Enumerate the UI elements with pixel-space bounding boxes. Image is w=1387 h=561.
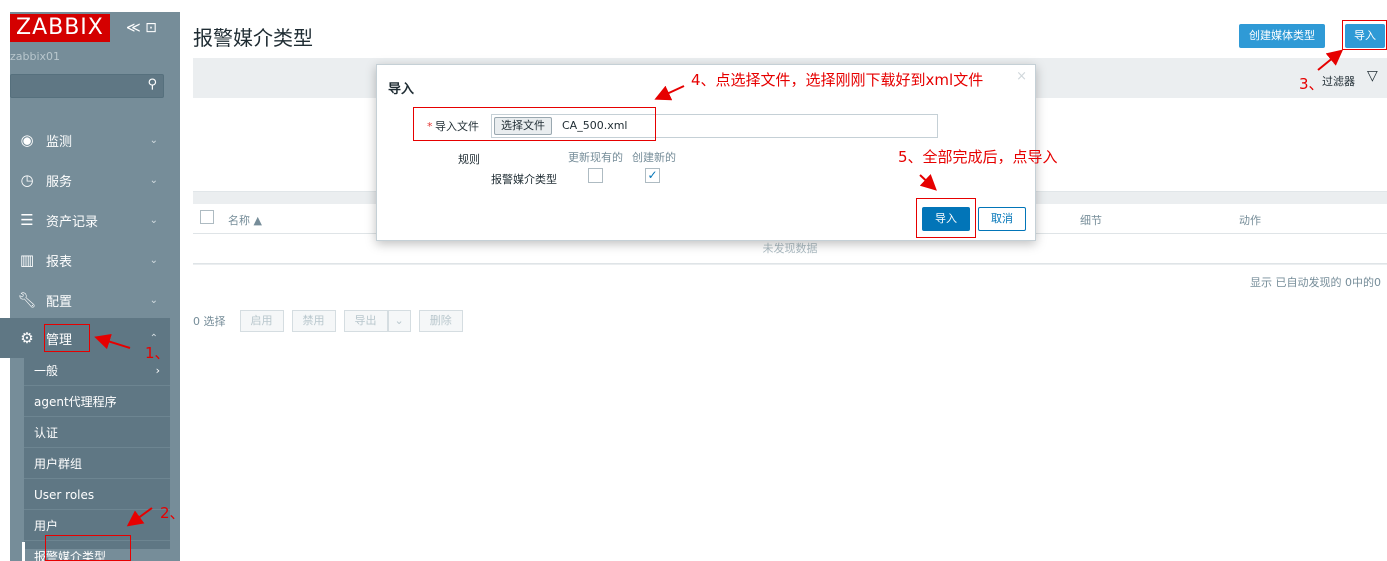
eye-icon: ◉ xyxy=(20,131,34,149)
bar-chart-icon: ▥ xyxy=(19,251,35,269)
update-existing-header: 更新现有的 xyxy=(568,151,623,164)
sidebar-item-reports[interactable]: ▥ 报表 ⌄ xyxy=(0,240,170,280)
update-existing-checkbox[interactable] xyxy=(588,168,603,183)
column-details: 细节 xyxy=(1080,214,1102,227)
column-name[interactable]: 名称 ▲ xyxy=(228,212,262,228)
filter-label[interactable]: 过滤器 xyxy=(1322,73,1355,89)
annotation-step2: 2、 xyxy=(160,504,185,522)
gear-icon: ⚙ xyxy=(20,329,34,347)
sidebar-search-input[interactable]: ⚲ xyxy=(10,74,164,98)
column-actions: 动作 xyxy=(1239,214,1261,227)
delete-button[interactable]: 删除 xyxy=(418,310,463,332)
annotation-box-dialog-import xyxy=(916,198,976,238)
admin-submenu: 一般 › agent代理程序 认证 用户群组 User roles 用户 报警媒… xyxy=(24,356,170,561)
annotation-step4: 4、点选择文件，选择刚刚下载好到xml文件 xyxy=(691,71,984,89)
list-icon: ☰ xyxy=(20,211,34,229)
clock-icon: ◷ xyxy=(20,171,34,189)
chevron-down-icon: ⌄ xyxy=(149,294,158,306)
active-indicator xyxy=(22,542,25,561)
filter-icon[interactable]: ▽ xyxy=(1367,68,1378,84)
rules-label: 规则 xyxy=(458,153,480,166)
rule-row-label: 报警媒介类型 xyxy=(491,173,557,186)
chevron-down-icon: ⌄ xyxy=(149,254,158,266)
sidebar-item-monitoring[interactable]: ◉ 监测 ⌄ xyxy=(0,120,170,160)
submenu-item-user-roles[interactable]: User roles xyxy=(24,480,170,510)
export-dropdown-icon[interactable]: ⌄ xyxy=(387,310,411,332)
annotation-box-file xyxy=(413,107,656,141)
close-icon[interactable]: × xyxy=(1016,69,1027,84)
table-summary-row: 显示 已自动发现的 0中的0 xyxy=(193,265,1387,296)
disable-button[interactable]: 禁用 xyxy=(291,310,336,332)
chevron-down-icon: ⌄ xyxy=(149,174,158,186)
sidebar-item-label: 报表 xyxy=(46,254,73,270)
zabbix-logo[interactable]: ZABBIX xyxy=(10,14,110,42)
sidebar-item-label: 资产记录 xyxy=(46,214,99,230)
page-title: 报警媒介类型 xyxy=(193,26,313,50)
sidebar-item-inventory[interactable]: ☰ 资产记录 ⌄ xyxy=(0,200,170,240)
annotation-box-media-types xyxy=(45,535,131,561)
annotation-step3: 3、 xyxy=(1299,75,1324,93)
dialog-title: 导入 xyxy=(388,82,415,97)
action-bar: 0 选择 启用 禁用 导出 ⌄ 删除 xyxy=(193,310,463,332)
chevron-down-icon: ⌄ xyxy=(149,134,158,146)
enable-button[interactable]: 启用 xyxy=(239,310,284,332)
annotation-box-admin xyxy=(44,324,90,352)
select-all-checkbox[interactable] xyxy=(200,210,214,224)
table-summary: 显示 已自动发现的 0中的0 xyxy=(1250,276,1381,289)
sidebar-item-label: 服务 xyxy=(46,174,73,190)
hostname: zabbix01 xyxy=(10,50,61,63)
search-icon[interactable]: ⚲ xyxy=(147,77,157,92)
submenu-item-authentication[interactable]: 认证 xyxy=(24,418,170,448)
sidebar-collapse-icon[interactable]: ≪ ⊡ xyxy=(126,20,157,36)
sidebar-item-configuration[interactable]: 🔧︎ 配置 ⌄ xyxy=(0,280,170,320)
annotation-step1: 1、 xyxy=(145,344,170,362)
submenu-label: 一般 xyxy=(34,364,59,378)
create-media-type-button[interactable]: 创建媒体类型 xyxy=(1239,24,1325,48)
chevron-down-icon: ⌄ xyxy=(149,214,158,226)
sidebar-item-services[interactable]: ◷ 服务 ⌄ xyxy=(0,160,170,200)
wrench-icon: 🔧︎ xyxy=(17,291,37,309)
create-new-header: 创建新的 xyxy=(632,151,676,164)
dialog-cancel-button[interactable]: 取消 xyxy=(978,207,1026,231)
submenu-item-proxies[interactable]: agent代理程序 xyxy=(24,387,170,417)
selected-count: 0 选择 xyxy=(193,315,226,328)
sidebar-item-label: 监测 xyxy=(46,134,73,150)
export-button[interactable]: 导出 xyxy=(343,310,388,332)
annotation-step5: 5、全部完成后，点导入 xyxy=(898,148,1058,166)
create-new-checkbox[interactable]: ✓ xyxy=(645,168,660,183)
sidebar-item-label: 配置 xyxy=(46,294,73,310)
annotation-box-import xyxy=(1342,20,1387,50)
submenu-item-user-groups[interactable]: 用户群组 xyxy=(24,449,170,479)
